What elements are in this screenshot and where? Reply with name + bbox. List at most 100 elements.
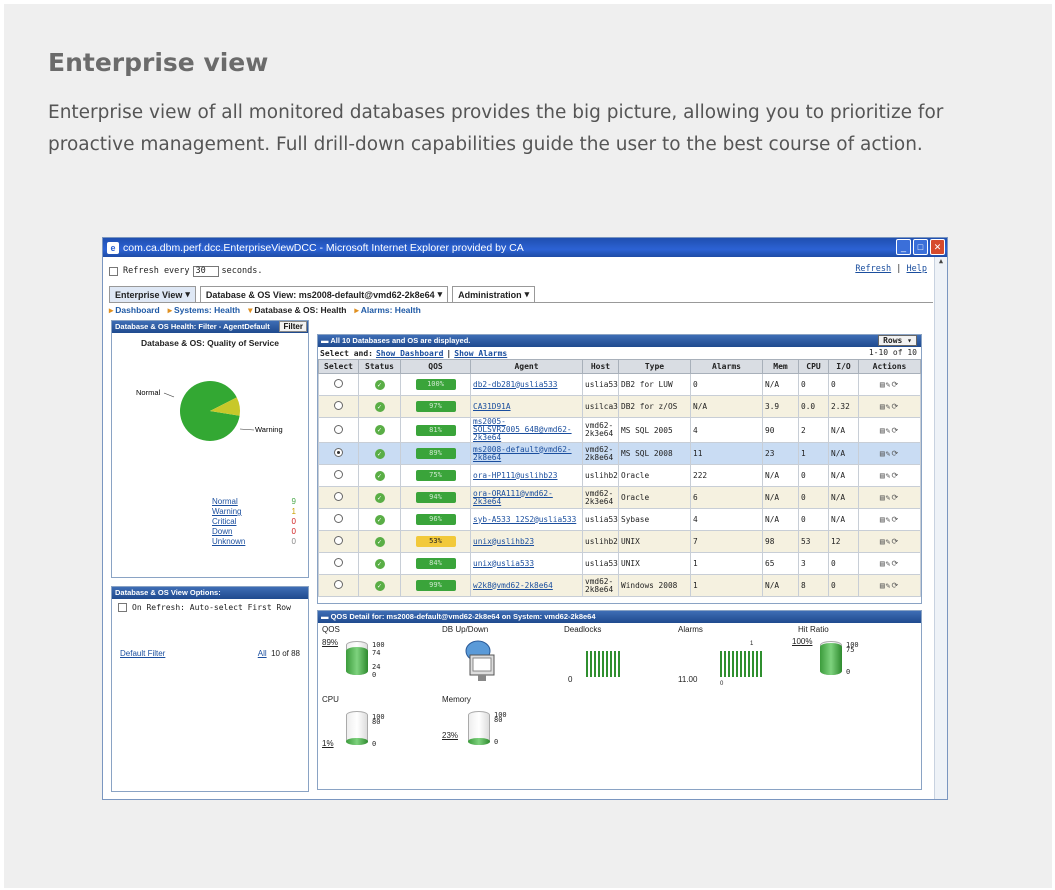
qos-gauge-ticks: 100 74 24 0 [372,641,385,679]
minimize-button[interactable]: _ [896,239,911,255]
refresh-checkbox[interactable] [109,266,118,276]
refresh-seconds-input[interactable]: 30 [192,265,219,277]
refresh-icon[interactable]: ⟳ [891,471,899,480]
crumb-alarms-health[interactable]: ▸ Alarms: Health [355,305,421,316]
db-up-monitor-icon[interactable] [456,637,504,687]
row-select-radio[interactable] [334,536,343,545]
refresh-icon[interactable]: ⟳ [891,449,899,458]
table-row[interactable]: ✓ 100% db2-db281@uslia533 uslia533DB2 for L… [318,373,921,396]
row-select-radio[interactable] [334,514,343,523]
crumb-dashboard[interactable]: ▸ Dashboard [109,305,160,316]
status-ok-icon: ✓ [374,492,385,503]
table-row[interactable]: ✓ 97% CA31D91A usilca31DB2 for z/OSN/A3.90.… [318,395,921,418]
column-header[interactable]: Actions [858,359,921,374]
refresh-icon[interactable]: ⟳ [891,380,899,389]
table-row[interactable]: ✓ 81% ms2005-SOLSVR2005_64B@vmd62-2k3e64 vm… [318,417,921,443]
table-row[interactable]: ✓ 96% syb-A533_12S2@uslia533 uslia533Sybase… [318,508,921,531]
agent-link[interactable]: ms2008-default@vmd62-2k8e64 [473,445,572,462]
deadlocks-bars[interactable] [586,651,620,677]
column-header[interactable]: CPU [798,359,829,374]
legend-link[interactable]: Warning [212,507,242,517]
collapse-icon[interactable]: ▬ [321,612,331,621]
show-dashboard-link[interactable]: Show Dashboard [376,349,443,358]
agent-link[interactable]: syb-A533_12S2@uslia533 [473,515,576,524]
agent-link[interactable]: unix@uslia533 [473,559,534,568]
row-select-radio[interactable] [334,379,343,388]
help-link[interactable]: Help [907,264,927,274]
refresh-icon[interactable]: ⟳ [891,559,899,568]
refresh-icon[interactable]: ⟳ [891,581,899,590]
type-cell: DB2 for z/OS [618,395,691,418]
refresh-icon[interactable]: ⟳ [891,402,899,411]
table-row[interactable]: ✓75%ora-HP111@uslihb23uslihb23Oracle222N… [318,464,921,487]
legend-count: 0 [291,537,296,546]
agent-link[interactable]: db2-db281@uslia533 [473,380,558,389]
refresh-link[interactable]: Refresh [855,264,891,274]
column-header[interactable]: Status [358,359,401,374]
pie-label-normal: Normal [136,388,161,397]
qos-gauge[interactable] [346,641,368,675]
maximize-button[interactable]: □ [913,239,928,255]
column-header[interactable]: Alarms [690,359,763,374]
cpu-gauge[interactable] [346,711,368,745]
mem-cell: 90 [762,417,799,443]
row-select-radio[interactable] [334,401,343,410]
legend-link[interactable]: Critical [212,517,236,527]
close-button[interactable]: ✕ [930,239,945,255]
table-row[interactable]: ✓ 89% ms2008-default@vmd62-2k8e64 vmd62-2k8… [318,442,921,465]
auto-select-option[interactable]: On Refresh: Auto-select First Row [112,599,308,616]
rows-button[interactable]: Rows ▾ [878,335,917,346]
window-title: com.ca.dbm.perf.dcc.EnterpriseViewDCC - … [123,241,524,254]
refresh-icon[interactable]: ⟳ [891,493,899,502]
tab-enterprise-view[interactable]: Enterprise View ▾ [109,286,196,302]
agent-link[interactable]: ora-HP111@uslihb23 [473,471,558,480]
agent-link[interactable]: ms2005-SOLSVR2005_64B@vmd62-2k3e64 [473,419,572,442]
collapse-icon[interactable]: ▬ [321,336,330,345]
filter-button[interactable]: Filter [279,321,307,332]
column-header[interactable]: QOS [400,359,471,374]
column-header[interactable]: Type [618,359,691,374]
vertical-scrollbar[interactable]: ▲ [934,257,947,799]
memory-gauge-value: 23% [442,731,459,740]
cpu-cell: 0 [798,464,829,487]
refresh-icon[interactable]: ⟳ [891,515,899,524]
agent-link[interactable]: unix@uslihb23 [473,537,534,546]
column-header[interactable]: Host [582,359,619,374]
auto-select-checkbox[interactable] [118,603,127,612]
legend-link[interactable]: Normal [212,497,238,507]
hit-ratio-gauge[interactable] [820,641,842,675]
row-select-radio[interactable] [334,470,343,479]
table-row[interactable]: ✓84%unix@uslia533uslia533UNIX16530▤✎⟳ [318,552,921,575]
table-row[interactable]: ✓ 99% w2k8@vmd62-2k8e64 vmd62-2k8e64 Windows… [318,574,921,597]
row-select-radio[interactable] [334,558,343,567]
refresh-label: Refresh every [123,266,190,276]
table-row[interactable]: ✓ 94% ora-ORA111@vmd62-2k3e64 vmd62-2k3e64 O… [318,486,921,509]
host-cell: usilca31 [582,395,619,418]
qos-pie-chart[interactable]: Normal Warning [112,351,308,461]
row-select-radio[interactable] [334,424,343,434]
legend-link[interactable]: Unknown [212,537,245,547]
column-header[interactable]: Select [318,359,359,374]
refresh-icon[interactable]: ⟳ [891,537,899,546]
refresh-icon[interactable]: ⟳ [891,426,899,435]
row-select-radio[interactable] [334,492,343,501]
column-header[interactable]: Mem [762,359,799,374]
tab-administration[interactable]: Administration ▾ [452,286,536,302]
agent-link[interactable]: w2k8@vmd62-2k8e64 [473,581,553,590]
scroll-up-icon[interactable]: ▲ [935,257,947,269]
show-alarms-link[interactable]: Show Alarms [454,349,507,358]
legend-link[interactable]: Down [212,527,232,537]
column-header[interactable]: I/O [828,359,859,374]
column-header[interactable]: Agent [470,359,583,374]
alarms-bars[interactable] [720,651,762,677]
agent-link[interactable]: ora-ORA111@vmd62-2k3e64 [473,489,553,506]
qos-badge: 94% [415,492,456,503]
tab-database-os-view[interactable]: Database & OS View: ms2008-default@vmd62… [199,286,449,302]
agent-link[interactable]: CA31D91A [473,402,511,411]
crumb-systems-health[interactable]: ▸ Systems: Health [168,305,240,316]
table-row[interactable]: ✓53%unix@uslihb23uslihb23UNIX7985312▤✎⟳ [318,530,921,553]
row-select-radio[interactable] [334,580,343,589]
memory-gauge[interactable] [468,711,490,745]
row-select-radio[interactable] [334,448,343,457]
status-ok-icon: ✓ [374,514,385,525]
